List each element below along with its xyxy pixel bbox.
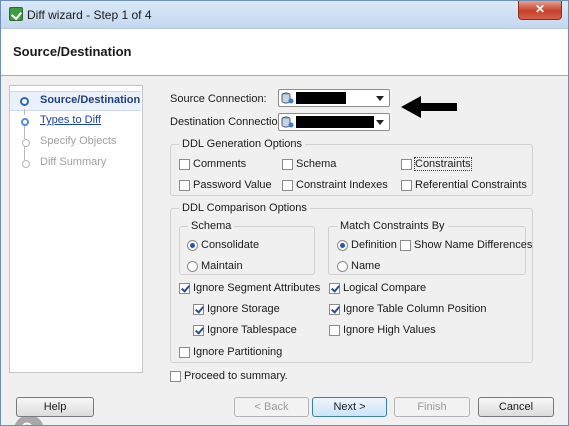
logical-compare-checkbox[interactable]: [329, 283, 340, 294]
proceed-to-summary-label: Proceed to summary.: [184, 370, 288, 382]
step-types-to-diff[interactable]: Types to Diff: [40, 114, 101, 126]
name-label: Name: [351, 260, 381, 272]
destination-connection-value: [296, 116, 374, 128]
password-value-label: Password Value: [193, 179, 272, 191]
wizard-app-icon: [9, 7, 23, 21]
ignore-table-column-position-checkbox[interactable]: [329, 304, 340, 315]
logical-compare-label: Logical Compare: [343, 282, 427, 294]
step-disabled-icon: [22, 139, 30, 147]
arrow-pointer-icon: [401, 96, 457, 118]
comments-label: Comments: [193, 158, 247, 170]
step-specify-objects: Specify Objects: [40, 135, 117, 147]
step-disabled-icon: [22, 160, 30, 168]
source-connection-select[interactable]: [278, 89, 390, 107]
maintain-label: Maintain: [201, 260, 243, 272]
finish-button[interactable]: Finish: [394, 397, 470, 417]
definition-label: Definition: [351, 239, 397, 251]
ignore-high-values-checkbox[interactable]: [329, 325, 340, 336]
source-connection-value: [296, 92, 346, 104]
chevron-down-icon: [376, 96, 384, 101]
title-bar[interactable]: Diff wizard - Step 1 of 4 ✕: [1, 1, 568, 28]
schema-legend: Schema: [191, 220, 232, 232]
ignore-partitioning-label: Ignore Partitioning: [193, 346, 283, 358]
step-connector: [24, 146, 25, 160]
ignore-table-column-position-label: Ignore Table Column Position: [343, 303, 487, 315]
close-icon[interactable]: ✕: [518, 1, 562, 20]
next-button[interactable]: Next >: [312, 397, 387, 417]
ignore-storage-label: Ignore Storage: [207, 303, 280, 315]
ignore-segment-attributes-label: Ignore Segment Attributes: [193, 282, 321, 294]
step-connector: [24, 109, 25, 115]
ignore-tablespace-label: Ignore Tablespace: [207, 324, 297, 336]
current-step-icon: [20, 97, 29, 106]
match-constraints-legend: Match Constraints By: [340, 220, 445, 232]
ignore-partitioning-checkbox[interactable]: [179, 347, 190, 358]
destination-connection-select[interactable]: [278, 113, 390, 131]
diff-wizard-window: Diff wizard - Step 1 of 4 ✕ Source/Desti…: [0, 0, 569, 426]
consolidate-radio[interactable]: [187, 240, 198, 251]
ddl-comparison-legend: DDL Comparison Options: [182, 202, 307, 214]
step-connector: [24, 126, 25, 139]
back-button[interactable]: < Back: [234, 397, 309, 417]
ignore-tablespace-checkbox[interactable]: [193, 325, 204, 336]
constraint-indexes-label: Constraint Indexes: [296, 179, 388, 191]
window-title: Diff wizard - Step 1 of 4: [27, 8, 152, 22]
schema-label: Schema: [296, 158, 337, 170]
constraints-checkbox[interactable]: [401, 159, 412, 170]
database-connection-icon: [281, 116, 294, 128]
chevron-down-icon: [376, 120, 384, 125]
definition-radio[interactable]: [337, 240, 348, 251]
name-radio[interactable]: [337, 261, 348, 272]
ddl-generation-legend: DDL Generation Options: [182, 138, 303, 150]
show-name-differences-checkbox[interactable]: [400, 240, 411, 251]
referential-constraints-checkbox[interactable]: [401, 180, 412, 191]
constraints-label: Constraints: [414, 157, 472, 171]
cancel-button[interactable]: Cancel: [478, 397, 554, 417]
destination-connection-label: Destination Connection:: [170, 116, 287, 128]
ignore-segment-attributes-checkbox[interactable]: [179, 283, 190, 294]
schema-checkbox[interactable]: [282, 159, 293, 170]
referential-constraints-label: Referential Constraints: [415, 179, 527, 191]
step-source-destination[interactable]: Source/Destination: [40, 94, 140, 106]
help-button[interactable]: Help: [16, 397, 94, 417]
steps-navigation-pane: Source/Destination Types to Diff Specify…: [9, 85, 143, 425]
database-connection-icon: [281, 92, 294, 104]
ignore-storage-checkbox[interactable]: [193, 304, 204, 315]
maintain-radio[interactable]: [187, 261, 198, 272]
proceed-to-summary-checkbox[interactable]: [170, 371, 181, 382]
wizard-header: Source/Destination: [1, 28, 568, 76]
step-link-icon: [21, 118, 29, 126]
show-name-differences-label: Show Name Differences: [414, 239, 533, 251]
source-connection-label: Source Connection:: [170, 93, 267, 105]
constraint-indexes-checkbox[interactable]: [282, 180, 293, 191]
consolidate-label: Consolidate: [201, 239, 260, 251]
step-diff-summary: Diff Summary: [40, 156, 107, 168]
page-title: Source/Destination: [13, 44, 132, 59]
password-value-checkbox[interactable]: [179, 180, 190, 191]
comments-checkbox[interactable]: [179, 159, 190, 170]
ignore-high-values-label: Ignore High Values: [343, 324, 436, 336]
